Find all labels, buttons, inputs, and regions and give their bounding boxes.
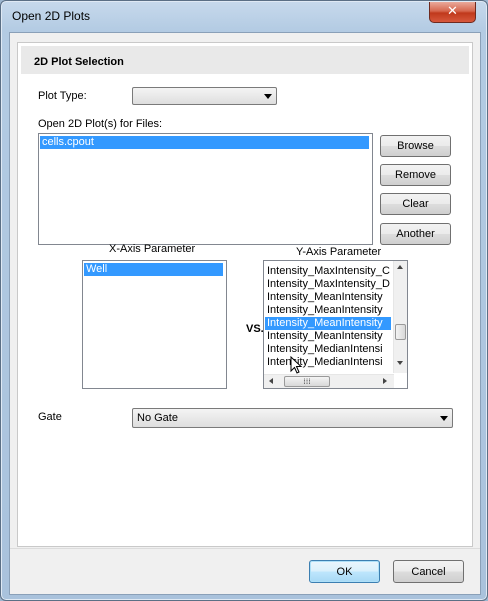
dialog-client-area: 2D Plot Selection Plot Type: Open 2D Plo… — [9, 32, 481, 595]
y-axis-item-7[interactable]: Intensity_MedianIntensi — [265, 356, 391, 369]
vs-label: VS. — [246, 323, 264, 335]
another-button[interactable]: Another — [380, 223, 451, 245]
x-axis-label: X-Axis Parameter — [109, 243, 196, 255]
files-label: Open 2D Plot(s) for Files: — [38, 118, 163, 130]
y-axis-item-2[interactable]: Intensity_MeanIntensity — [265, 291, 391, 304]
y-axis-item-6[interactable]: Intensity_MedianIntensi — [265, 343, 391, 356]
y-axis-item-0[interactable]: Intensity_MaxIntensity_C — [265, 265, 391, 278]
chevron-down-icon — [264, 94, 272, 99]
horizontal-scroll-thumb[interactable]: ⁞⁞⁞ — [284, 376, 330, 387]
mouse-pointer-icon — [290, 356, 302, 374]
x-axis-listbox[interactable]: Well — [82, 260, 227, 389]
y-axis-horizontal-scrollbar[interactable]: ⁞⁞⁞ — [264, 374, 394, 388]
y-axis-vertical-scrollbar[interactable] — [393, 261, 407, 373]
y-axis-item-1[interactable]: Intensity_MaxIntensity_D — [265, 278, 391, 291]
plot-type-dropdown[interactable] — [132, 87, 277, 105]
group-header: 2D Plot Selection — [21, 46, 469, 74]
plot-selection-group: 2D Plot Selection Plot Type: Open 2D Plo… — [17, 42, 473, 547]
y-axis-item-3[interactable]: Intensity_MeanIntensity — [265, 304, 391, 317]
file-item-0[interactable]: cells.cpout — [40, 136, 369, 149]
vertical-scroll-thumb[interactable] — [395, 324, 406, 340]
scroll-right-icon[interactable] — [383, 378, 387, 384]
footer-divider — [10, 548, 480, 549]
scroll-left-icon[interactable] — [269, 378, 273, 384]
browse-button[interactable]: Browse — [380, 135, 451, 157]
plot-type-label: Plot Type: — [38, 90, 87, 102]
clear-button[interactable]: Clear — [380, 193, 451, 215]
gate-value: No Gate — [137, 412, 178, 424]
close-icon: ✕ — [447, 4, 458, 19]
scroll-up-icon[interactable] — [397, 265, 403, 269]
chevron-down-icon — [440, 416, 448, 421]
scroll-down-icon[interactable] — [397, 361, 403, 365]
cancel-button[interactable]: Cancel — [393, 560, 464, 583]
grip-icon: ⁞⁞⁞ — [303, 376, 311, 386]
gate-label: Gate — [38, 411, 62, 423]
title-bar[interactable]: Open 2D Plots ✕ — [1, 1, 487, 33]
dialog-window: Open 2D Plots ✕ 2D Plot Selection Plot T… — [0, 0, 488, 601]
ok-button[interactable]: OK — [309, 560, 380, 583]
remove-button[interactable]: Remove — [380, 164, 451, 186]
y-axis-listbox[interactable]: Intensity_MaxIntensity_C Intensity_MaxIn… — [263, 260, 408, 389]
y-axis-label: Y-Axis Parameter — [296, 246, 382, 258]
group-title: 2D Plot Selection — [34, 56, 124, 68]
window-title: Open 2D Plots — [12, 9, 91, 23]
y-axis-item-4[interactable]: Intensity_MeanIntensity — [265, 317, 391, 330]
close-button[interactable]: ✕ — [429, 2, 476, 23]
y-axis-item-5[interactable]: Intensity_MeanIntensity — [265, 330, 391, 343]
x-axis-item-0[interactable]: Well — [84, 263, 223, 276]
gate-dropdown[interactable]: No Gate — [132, 408, 453, 428]
files-listbox[interactable]: cells.cpout — [38, 133, 373, 245]
